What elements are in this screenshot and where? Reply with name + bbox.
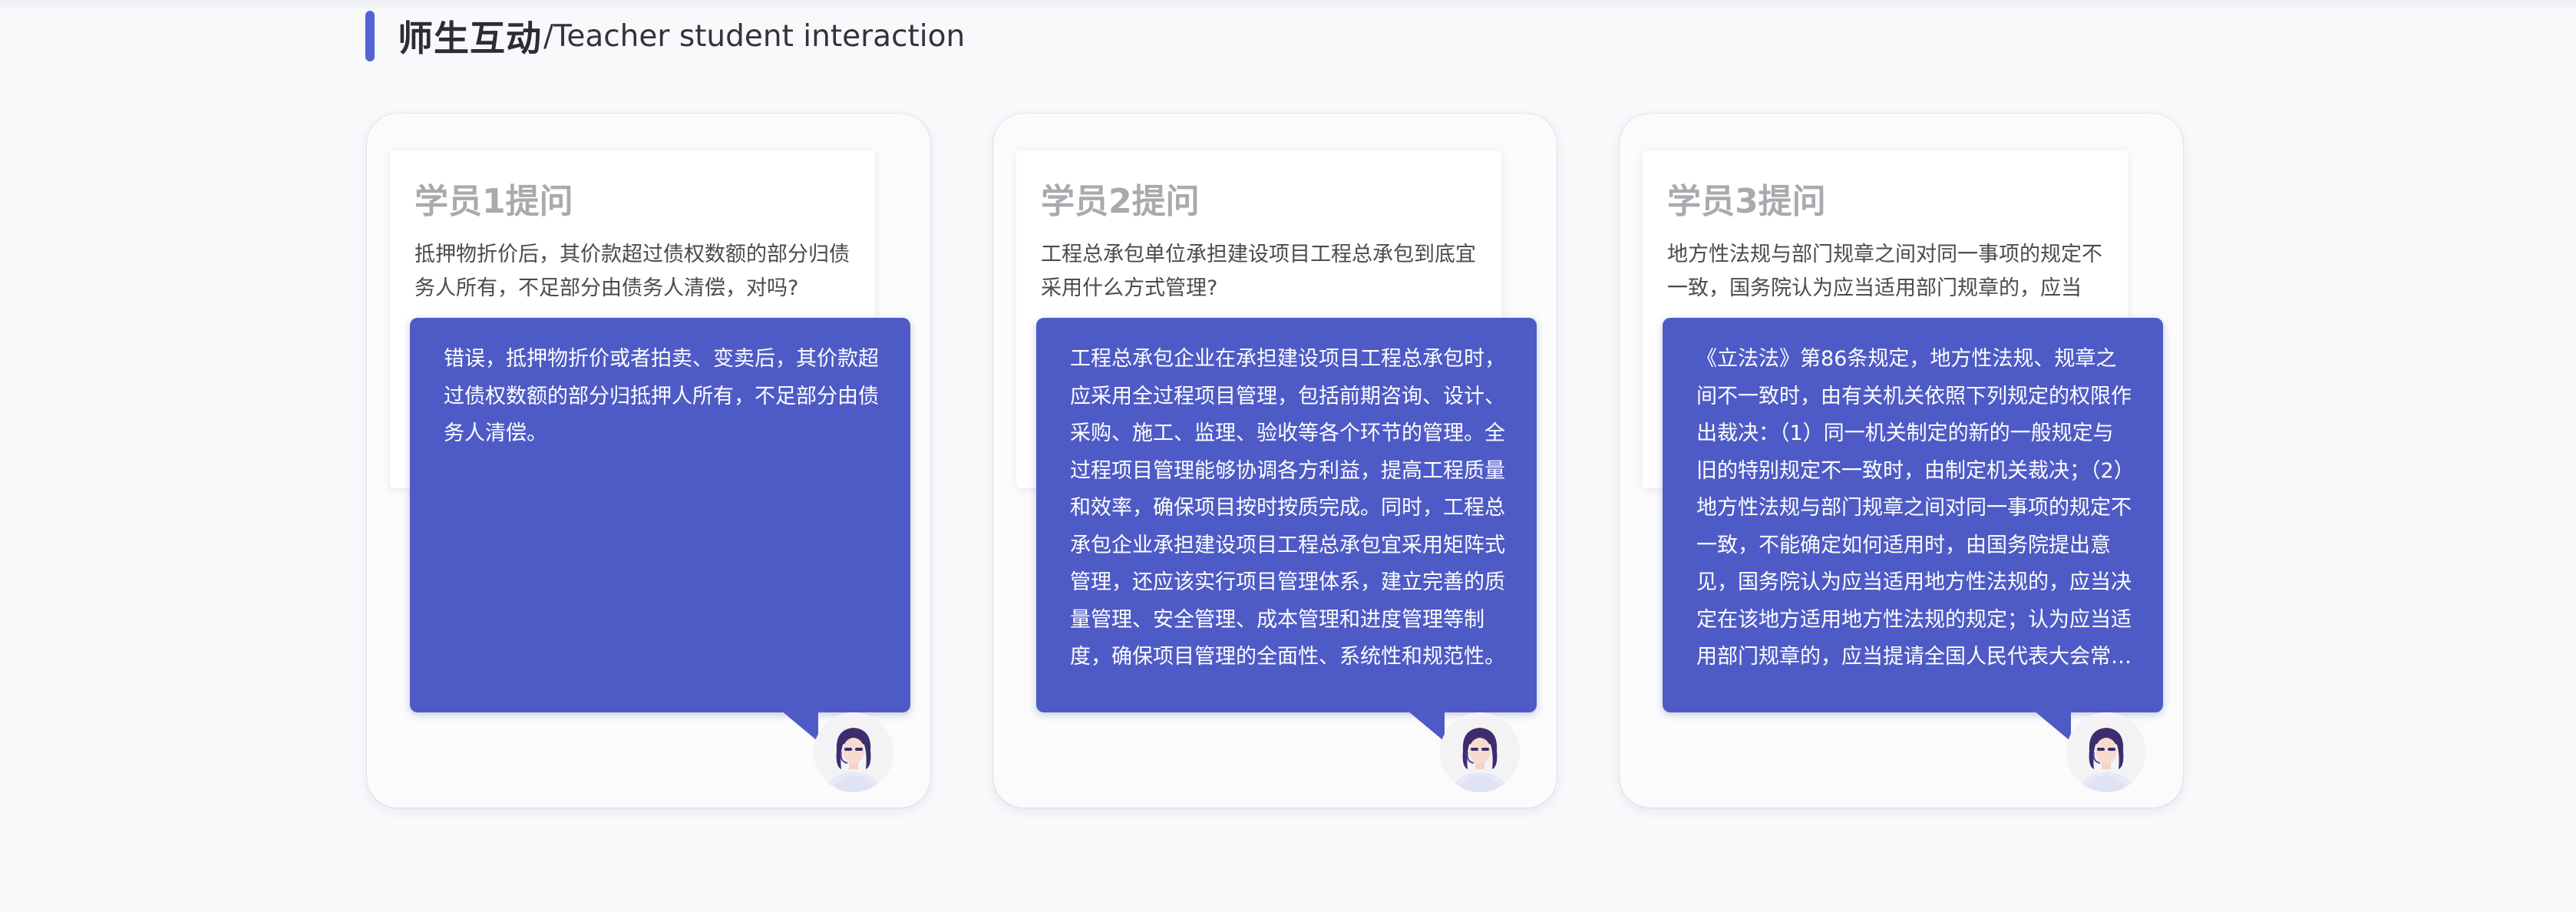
question-text: 工程总承包单位承担建设项目工程总承包到底宜采用什么方式管理?	[1041, 243, 1476, 300]
section-title: 师生互动	[398, 18, 542, 59]
answer-text: 《立法法》第86条规定，地方性法规、规章之间不一致时，由有关机关依照下列规定的权…	[1696, 347, 2132, 669]
header-accent-bar	[365, 11, 375, 61]
teacher-avatar-icon	[1440, 712, 1520, 792]
question-title: 学员2提问	[1041, 182, 1200, 221]
teacher-avatar-icon	[2066, 712, 2146, 792]
section-header: 师生互动 /Teacher student interaction	[365, 11, 965, 61]
top-shadow	[0, 0, 2576, 11]
teacher-avatar-icon	[814, 712, 893, 792]
question-title: 学员1提问	[414, 182, 573, 221]
bubble-tail	[2034, 711, 2071, 742]
answer-text: 错误，抵押物折价或者拍卖、变卖后，其价款超过债权数额的部分归抵押人所有，不足部分…	[444, 347, 879, 445]
section-subtitle: /Teacher student interaction	[543, 18, 966, 54]
answer-bubble: 错误，抵押物折价或者拍卖、变卖后，其价款超过债权数额的部分归抵押人所有，不足部分…	[410, 318, 910, 712]
bubble-tail	[781, 711, 818, 742]
qa-card-3: 学员3提问 地方性法规与部门规章之间对同一事项的规定不一致，国务院认为应当适用部…	[1620, 114, 2183, 808]
question-title: 学员3提问	[1667, 182, 1826, 221]
question-text: 抵押物折价后，其价款超过债权数额的部分归债务人所有，不足部分由债务人清偿，对吗?	[414, 243, 850, 300]
qa-card-1: 学员1提问 抵押物折价后，其价款超过债权数额的部分归债务人所有，不足部分由债务人…	[367, 114, 930, 808]
qa-card-2: 学员2提问 工程总承包单位承担建设项目工程总承包到底宜采用什么方式管理? 工程总…	[993, 114, 1557, 808]
answer-bubble: 工程总承包企业在承担建设项目工程总承包时，应采用全过程项目管理，包括前期咨询、设…	[1036, 318, 1537, 712]
answer-bubble: 《立法法》第86条规定，地方性法规、规章之间不一致时，由有关机关依照下列规定的权…	[1663, 318, 2163, 712]
answer-text: 工程总承包企业在承担建设项目工程总承包时，应采用全过程项目管理，包括前期咨询、设…	[1070, 347, 1505, 669]
question-text: 地方性法规与部门规章之间对同一事项的规定不一致，国务院认为应当适用部门规章的，应…	[1667, 243, 2102, 300]
bubble-tail	[1408, 711, 1445, 742]
